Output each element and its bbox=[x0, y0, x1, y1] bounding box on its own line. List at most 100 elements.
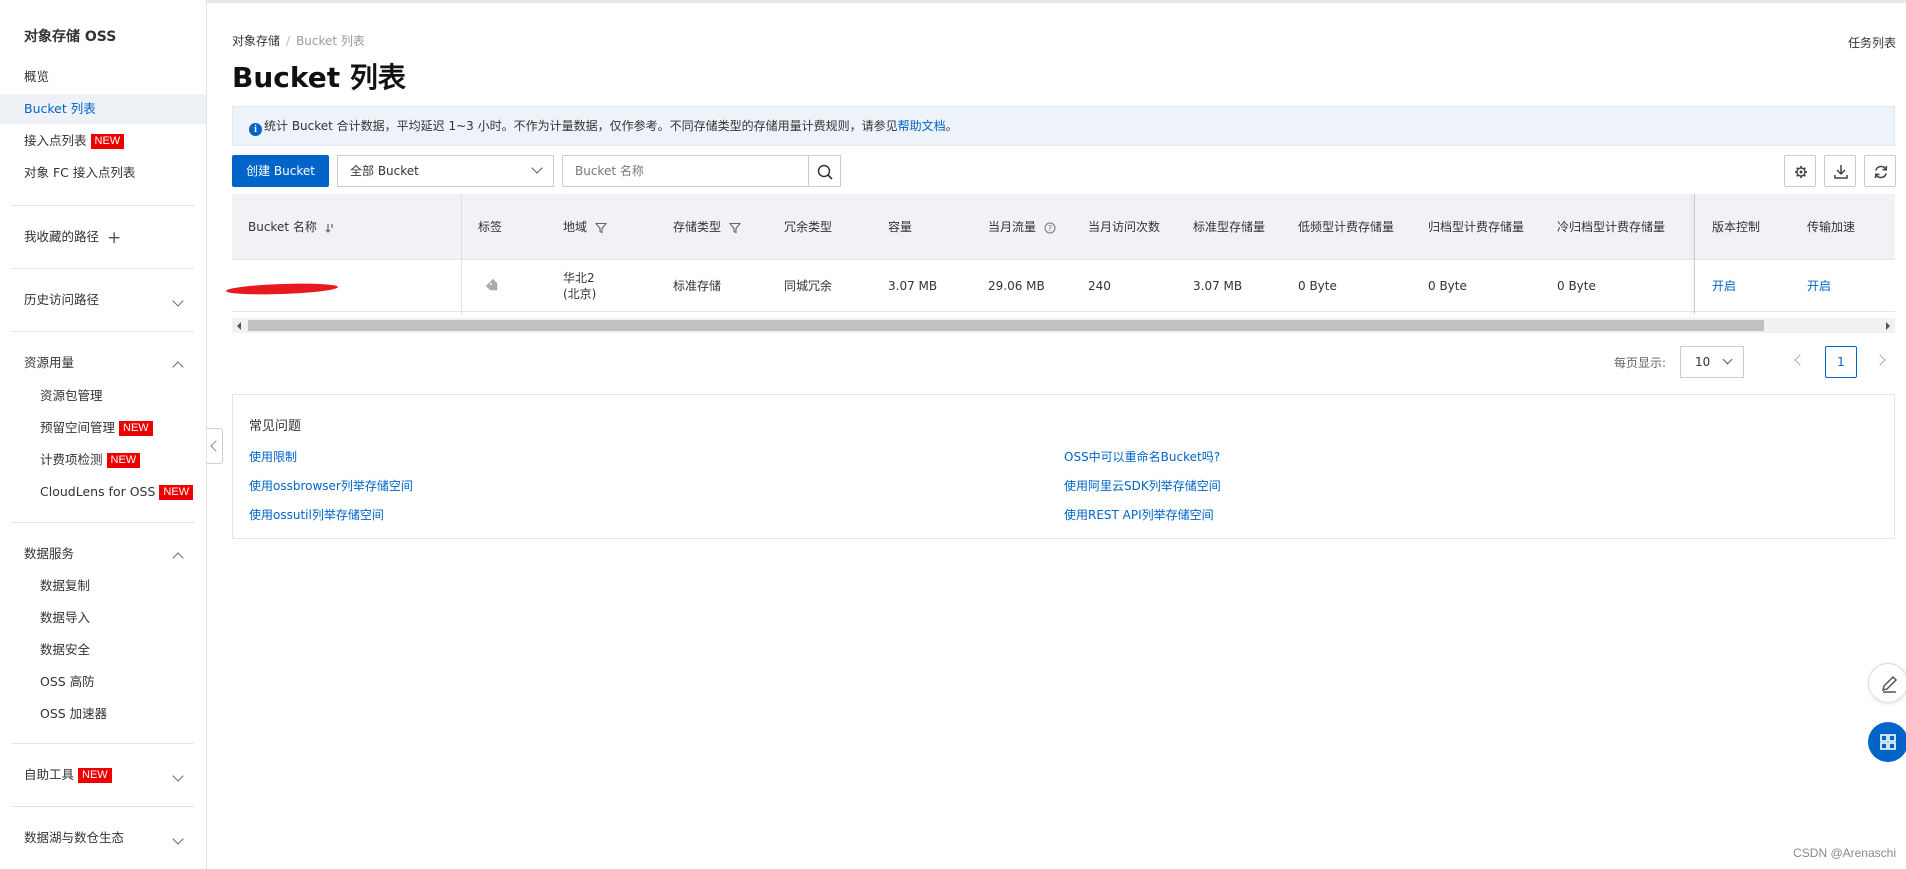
bucket-search-input[interactable] bbox=[562, 155, 809, 187]
sidebar-item-label: 数据湖与数仓生态 bbox=[24, 830, 125, 845]
sidebar-group-history[interactable]: 历史访问路径 bbox=[0, 285, 206, 315]
sidebar-group-data-lake[interactable]: 数据湖与数仓生态 bbox=[0, 823, 206, 853]
settings-button[interactable] bbox=[1784, 155, 1816, 187]
sidebar-item-data-import[interactable]: 数据导入 bbox=[0, 603, 206, 633]
per-page-select[interactable]: 10 bbox=[1680, 346, 1744, 378]
sidebar-item-resource-pack[interactable]: 资源包管理 bbox=[0, 381, 206, 411]
cell-transfer-accel[interactable]: 开启 bbox=[1807, 260, 1831, 312]
per-page-value: 10 bbox=[1695, 355, 1711, 369]
cell-redundancy: 同城冗余 bbox=[784, 279, 833, 293]
sidebar-item-label: 自助工具 bbox=[24, 767, 75, 782]
sidebar-item-oss-ddos[interactable]: OSS 高防 bbox=[0, 667, 206, 697]
sidebar-item-label: 我收藏的路径 bbox=[24, 229, 100, 244]
faq-link[interactable]: 使用阿里云SDK列举存储空间 bbox=[1064, 477, 1221, 494]
col-header-label: 当月流量 bbox=[988, 220, 1037, 234]
scroll-right-icon[interactable] bbox=[1886, 322, 1890, 330]
sidebar-group-self-service[interactable]: 自助工具 NEW bbox=[0, 760, 206, 790]
cell-standard-storage: 3.07 MB bbox=[1193, 279, 1243, 293]
col-header-label: 存储类型 bbox=[673, 220, 722, 234]
filter-icon[interactable] bbox=[594, 222, 607, 234]
faq-link[interactable]: 使用ossutil列举存储空间 bbox=[249, 506, 384, 523]
chevron-up-icon bbox=[172, 552, 184, 564]
col-header-storage-type: 存储类型 bbox=[673, 194, 741, 260]
sidebar-item-label: CloudLens for OSS bbox=[40, 484, 156, 499]
sidebar-item-fc-access-points[interactable]: 对象 FC 接入点列表 bbox=[0, 158, 206, 188]
faq-link[interactable]: 使用ossbrowser列举存储空间 bbox=[249, 477, 413, 494]
sidebar-item-reserved-space[interactable]: 预留空间管理 NEW bbox=[0, 413, 206, 443]
col-header-ia-storage: 低频型计费存储量 bbox=[1298, 220, 1395, 234]
sidebar-divider bbox=[12, 205, 194, 206]
scrollbar-thumb[interactable] bbox=[248, 320, 1764, 331]
sidebar-item-label: 数据服务 bbox=[24, 546, 75, 561]
feedback-button[interactable] bbox=[1868, 663, 1906, 703]
col-header-redundancy: 冗余类型 bbox=[784, 220, 833, 234]
edit-icon bbox=[1881, 675, 1898, 693]
col-header-versioning: 版本控制 bbox=[1712, 220, 1761, 234]
col-header-monthly-visits: 当月访问次数 bbox=[1088, 220, 1161, 234]
transfer-accel-link[interactable]: 开启 bbox=[1807, 279, 1831, 293]
breadcrumb-current: Bucket 列表 bbox=[296, 34, 365, 48]
plus-icon[interactable]: + bbox=[107, 223, 121, 253]
cell-versioning[interactable]: 开启 bbox=[1712, 260, 1736, 312]
table-row: 华北2 (北京) 标准存储 同城冗余 3.07 MB 29.06 MB 240 3… bbox=[232, 260, 1895, 312]
sidebar-item-bucket-list[interactable]: Bucket 列表 bbox=[0, 94, 206, 124]
sidebar-divider bbox=[12, 268, 194, 269]
faq-link[interactable]: OSS中可以重命名Bucket吗? bbox=[1064, 448, 1220, 465]
sidebar-item-overview[interactable]: 概览 bbox=[0, 62, 206, 92]
sidebar-item-label: 历史访问路径 bbox=[24, 292, 100, 307]
help-icon[interactable]: ? bbox=[1044, 222, 1056, 234]
breadcrumb: 对象存储 / Bucket 列表 bbox=[232, 32, 365, 49]
sidebar-divider bbox=[12, 522, 194, 523]
new-badge: NEW bbox=[106, 453, 141, 468]
search-button[interactable] bbox=[808, 155, 841, 187]
scroll-left-icon[interactable] bbox=[237, 322, 241, 330]
gear-icon bbox=[1795, 166, 1807, 178]
sidebar-item-oss-accelerator[interactable]: OSS 加速器 bbox=[0, 699, 206, 729]
table-header-row: Bucket 名称 标签 地域 存储类型 冗余类型 容量 当月流量 ? 当月访问… bbox=[232, 194, 1895, 260]
fixed-column-shadow bbox=[1694, 194, 1695, 314]
bucket-filter-value: 全部 Bucket bbox=[350, 164, 419, 178]
sidebar-group-data-services[interactable]: 数据服务 bbox=[0, 539, 206, 569]
faq-link[interactable]: 使用限制 bbox=[249, 448, 297, 465]
sidebar-item-data-security[interactable]: 数据安全 bbox=[0, 635, 206, 665]
refresh-button[interactable] bbox=[1864, 155, 1896, 187]
sidebar-item-favorites[interactable]: 我收藏的路径 + bbox=[0, 222, 206, 252]
refresh-icon bbox=[1874, 165, 1888, 179]
bucket-filter-select[interactable]: 全部 Bucket bbox=[337, 155, 554, 187]
col-header-region: 地域 bbox=[563, 194, 607, 260]
tag-icon[interactable] bbox=[485, 260, 500, 312]
watermark: CSDN @Arenaschi bbox=[1793, 846, 1896, 860]
apps-button[interactable] bbox=[1868, 722, 1906, 762]
versioning-link[interactable]: 开启 bbox=[1712, 279, 1736, 293]
breadcrumb-root[interactable]: 对象存储 bbox=[232, 34, 280, 48]
col-header-name[interactable]: Bucket 名称 bbox=[248, 194, 335, 260]
chevron-down-icon bbox=[1722, 354, 1733, 365]
help-doc-link[interactable]: 帮助文档 bbox=[898, 119, 946, 133]
sidebar-group-resource-usage[interactable]: 资源用量 bbox=[0, 348, 206, 378]
next-page-button[interactable] bbox=[1874, 354, 1886, 366]
sidebar-collapse-button[interactable] bbox=[207, 428, 223, 464]
create-bucket-button[interactable]: 创建 Bucket bbox=[232, 155, 329, 187]
download-button[interactable] bbox=[1824, 155, 1856, 187]
task-list-link[interactable]: 任务列表 bbox=[1848, 34, 1896, 51]
horizontal-scrollbar[interactable] bbox=[232, 318, 1895, 333]
sidebar-item-access-points[interactable]: 接入点列表 NEW bbox=[0, 126, 206, 156]
new-badge: NEW bbox=[159, 485, 194, 500]
page-number-current[interactable]: 1 bbox=[1825, 346, 1857, 378]
chevron-down-icon bbox=[172, 295, 184, 307]
sidebar-item-cloudlens[interactable]: CloudLens for OSS NEW bbox=[0, 477, 206, 507]
prev-page-button[interactable] bbox=[1794, 354, 1806, 366]
sidebar-item-label: 计费项检测 bbox=[40, 452, 103, 467]
faq-link[interactable]: 使用REST API列举存储空间 bbox=[1064, 506, 1214, 523]
filter-icon[interactable] bbox=[728, 222, 741, 234]
col-header-capacity: 容量 bbox=[888, 220, 913, 234]
svg-text:?: ? bbox=[1048, 224, 1052, 233]
download-icon bbox=[1834, 165, 1848, 179]
column-divider bbox=[461, 194, 462, 314]
sidebar-item-billing-check[interactable]: 计费项检测 NEW bbox=[0, 445, 206, 475]
sort-icon[interactable] bbox=[325, 222, 335, 234]
sidebar-item-data-replication[interactable]: 数据复制 bbox=[0, 571, 206, 601]
cell-monthly-visits: 240 bbox=[1088, 279, 1111, 293]
chevron-down-icon bbox=[531, 162, 543, 174]
region-line2: (北京) bbox=[563, 287, 597, 301]
